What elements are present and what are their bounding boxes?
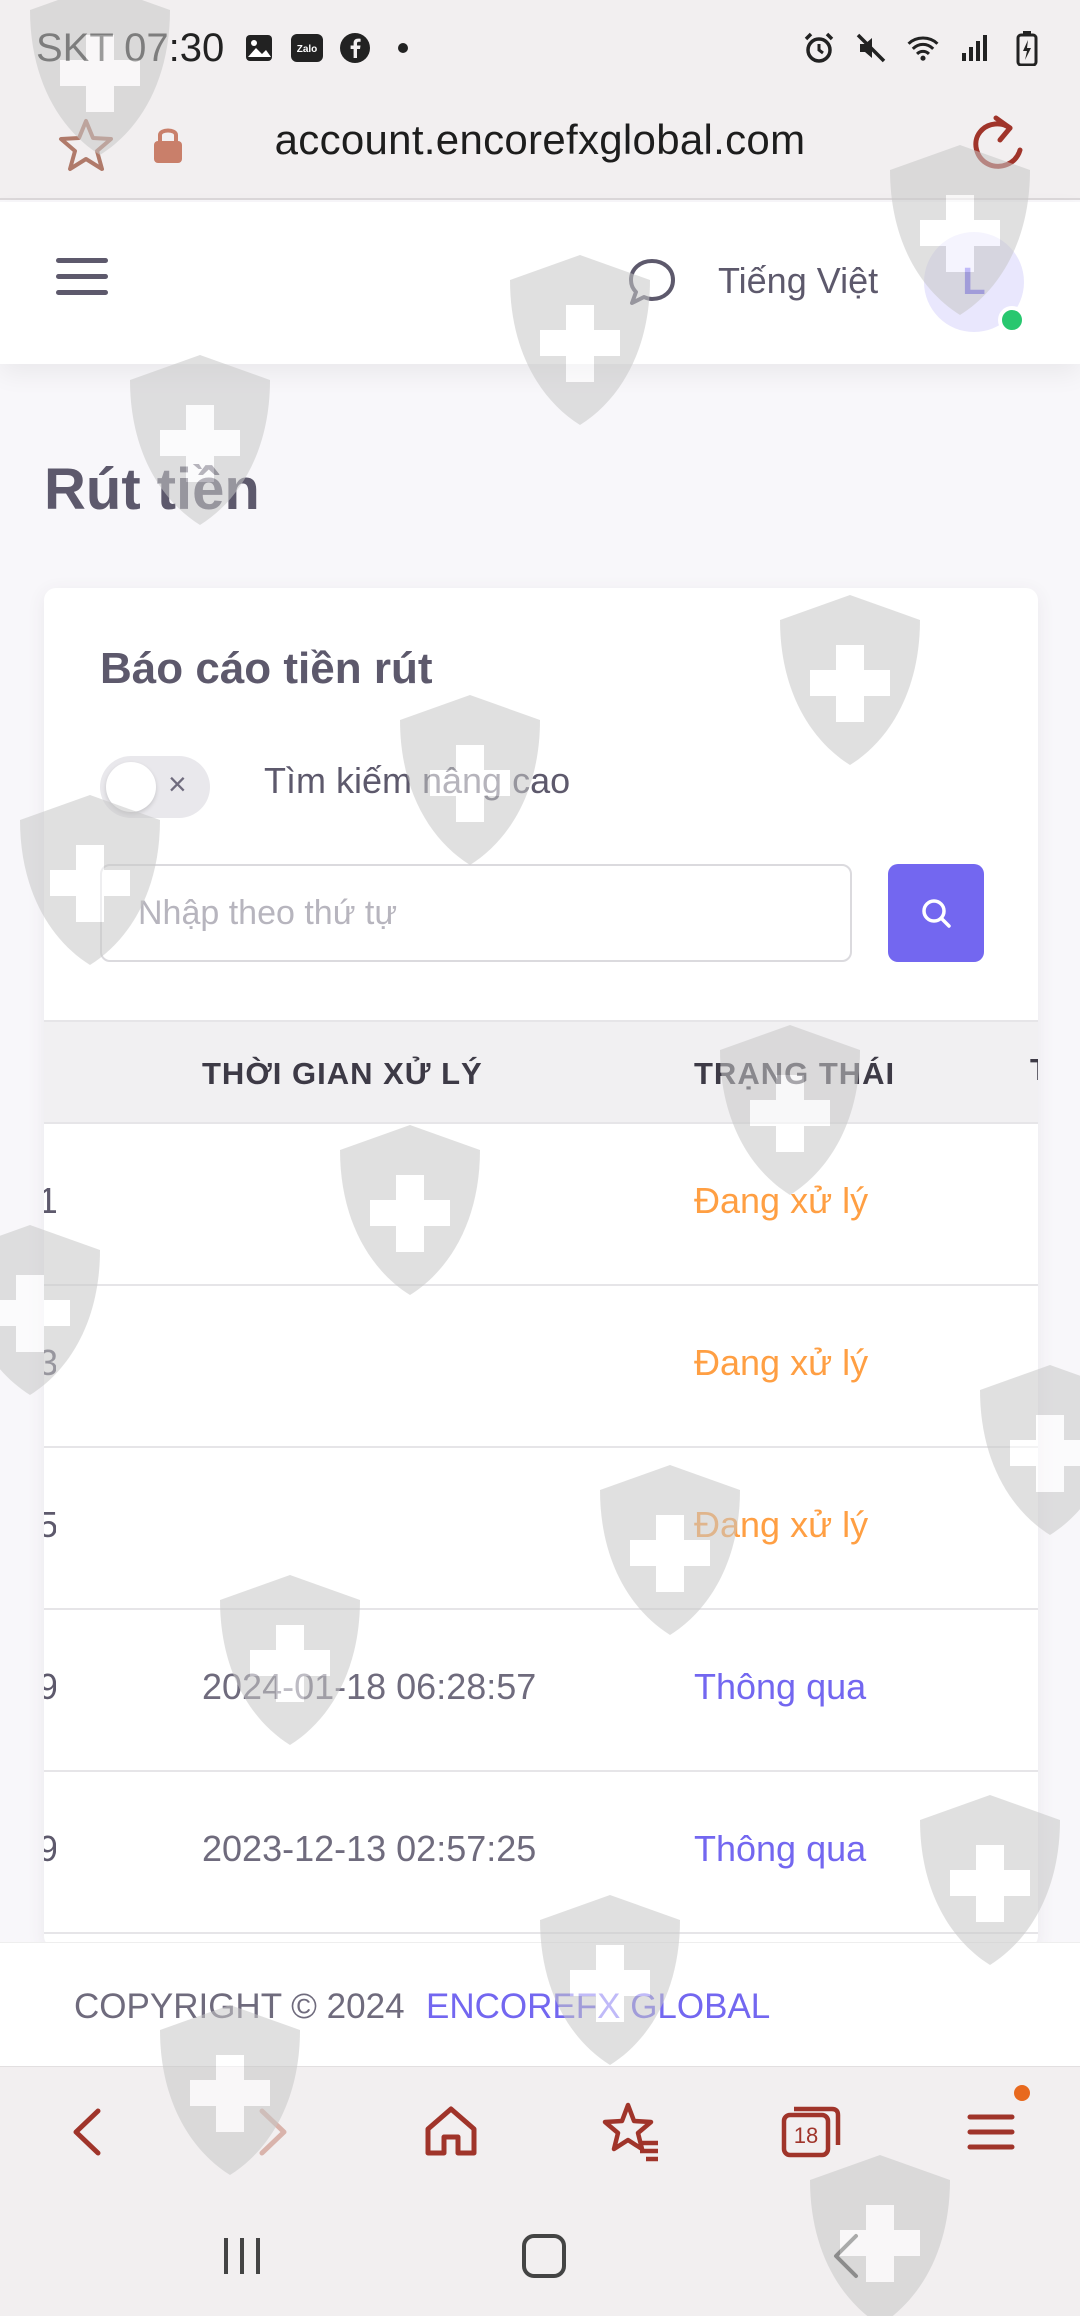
- card-title: Báo cáo tiền rút: [100, 644, 433, 693]
- url-text[interactable]: account.encorefxglobal.com: [0, 116, 1080, 164]
- status-badge: Thông qua: [694, 1828, 867, 1869]
- recents-button[interactable]: [214, 2228, 270, 2284]
- alarm-icon: [802, 31, 836, 65]
- mute-icon: [854, 31, 888, 65]
- table-row: 9 2023-12-13 02:57:25 Thông qua: [44, 1772, 1038, 1934]
- home-button[interactable]: [416, 2097, 486, 2167]
- advanced-search-label: Tìm kiếm nâng cao: [264, 760, 571, 801]
- chevron-right-icon: [259, 2108, 287, 2156]
- clipped-cell: 9: [44, 1666, 56, 1707]
- back-arrow-icon: [834, 2234, 858, 2278]
- dot-icon: [386, 31, 420, 65]
- svg-text:Zalo: Zalo: [297, 44, 318, 55]
- language-selector[interactable]: Tiếng Việt: [718, 260, 878, 302]
- menu-icon[interactable]: [56, 258, 108, 302]
- home-square-icon: [522, 2234, 566, 2278]
- close-icon: ×: [168, 766, 187, 802]
- forward-button[interactable]: [236, 2097, 306, 2167]
- status-badge: Thông qua: [694, 1666, 867, 1707]
- table-row: 9 2024-01-18 06:28:57 Thông qua: [44, 1610, 1038, 1772]
- status-badge: Đang xử lý: [694, 1342, 869, 1383]
- back-button[interactable]: [54, 2097, 124, 2167]
- reload-icon[interactable]: [966, 112, 1026, 176]
- search-icon: [922, 899, 951, 928]
- page-title: Rút tiền: [44, 457, 260, 522]
- page-footer: COPYRIGHT © 2024 ENCOREFX GLOBAL: [0, 1942, 1080, 2066]
- chevron-left-icon: [73, 2108, 101, 2156]
- status-bar: SKT 07:30 Zalo: [0, 0, 1080, 96]
- system-icons: [802, 31, 1044, 66]
- chat-icon[interactable]: [626, 256, 678, 308]
- toggle-knob: [106, 762, 156, 812]
- table-row: 5 Đang xử lý: [44, 1448, 1038, 1610]
- table-header: THỜI GIAN XỬ LÝ TRẠNG THÁI T: [44, 1020, 1038, 1124]
- home-icon: [425, 2106, 477, 2156]
- clipped-cell: 9: [44, 1828, 56, 1869]
- status-badge: Đang xử lý: [694, 1504, 869, 1545]
- tabs-button[interactable]: 18: [776, 2097, 846, 2167]
- search-input[interactable]: [100, 864, 852, 962]
- menu-icon: [967, 2114, 1015, 2150]
- notification-dot: [1014, 2085, 1030, 2101]
- recents-icon: [224, 2238, 260, 2274]
- copyright-text: COPYRIGHT © 2024: [74, 1987, 405, 2026]
- column-header-partial: T: [1030, 1052, 1038, 1092]
- clipped-cell: 3: [44, 1342, 56, 1383]
- wifi-icon: [906, 31, 940, 65]
- back-nav-button[interactable]: [820, 2228, 876, 2284]
- clipped-cell: 5: [44, 1504, 56, 1545]
- gallery-icon: [242, 31, 276, 65]
- signal-icon: [958, 31, 992, 65]
- home-nav-button[interactable]: [516, 2228, 572, 2284]
- search-button[interactable]: [888, 864, 984, 962]
- table-row: 1 Đang xử lý: [44, 1124, 1038, 1286]
- column-header-status[interactable]: TRẠNG THÁI: [694, 1056, 895, 1092]
- tabs-icon: 18: [781, 2106, 841, 2158]
- battery-icon: [1010, 31, 1044, 66]
- processed-time-cell: 2024-01-18 06:28:57: [202, 1666, 537, 1707]
- withdrawal-report-card: Báo cáo tiền rút × Tìm kiếm nâng cao THỜ…: [44, 588, 1038, 1948]
- status-time: SKT 07:30: [36, 25, 225, 70]
- clipped-cell: 1: [44, 1180, 56, 1221]
- advanced-search-toggle[interactable]: ×: [100, 756, 210, 818]
- browser-url-bar: account.encorefxglobal.com: [0, 96, 1080, 200]
- column-header-processed-time[interactable]: THỜI GIAN XỬ LÝ: [202, 1056, 483, 1092]
- zalo-icon: Zalo: [290, 31, 324, 65]
- online-status-dot: [998, 306, 1026, 334]
- brand-link[interactable]: ENCOREFX GLOBAL: [426, 1987, 770, 2027]
- android-nav-bar: [0, 2194, 1080, 2316]
- table-row: 3 Đang xử lý: [44, 1286, 1038, 1448]
- bookmark-list-icon: [602, 2102, 658, 2162]
- browser-toolbar: 18: [0, 2066, 1080, 2194]
- svg-text:18: 18: [794, 2123, 818, 2148]
- bookmarks-button[interactable]: [596, 2097, 666, 2167]
- app-header: Tiếng Việt L: [0, 202, 1080, 364]
- status-badge: Đang xử lý: [694, 1180, 869, 1221]
- facebook-icon: [338, 31, 372, 65]
- notification-icons: Zalo: [242, 31, 420, 65]
- processed-time-cell: 2023-12-13 02:57:25: [202, 1828, 537, 1869]
- browser-menu-button[interactable]: [956, 2097, 1026, 2167]
